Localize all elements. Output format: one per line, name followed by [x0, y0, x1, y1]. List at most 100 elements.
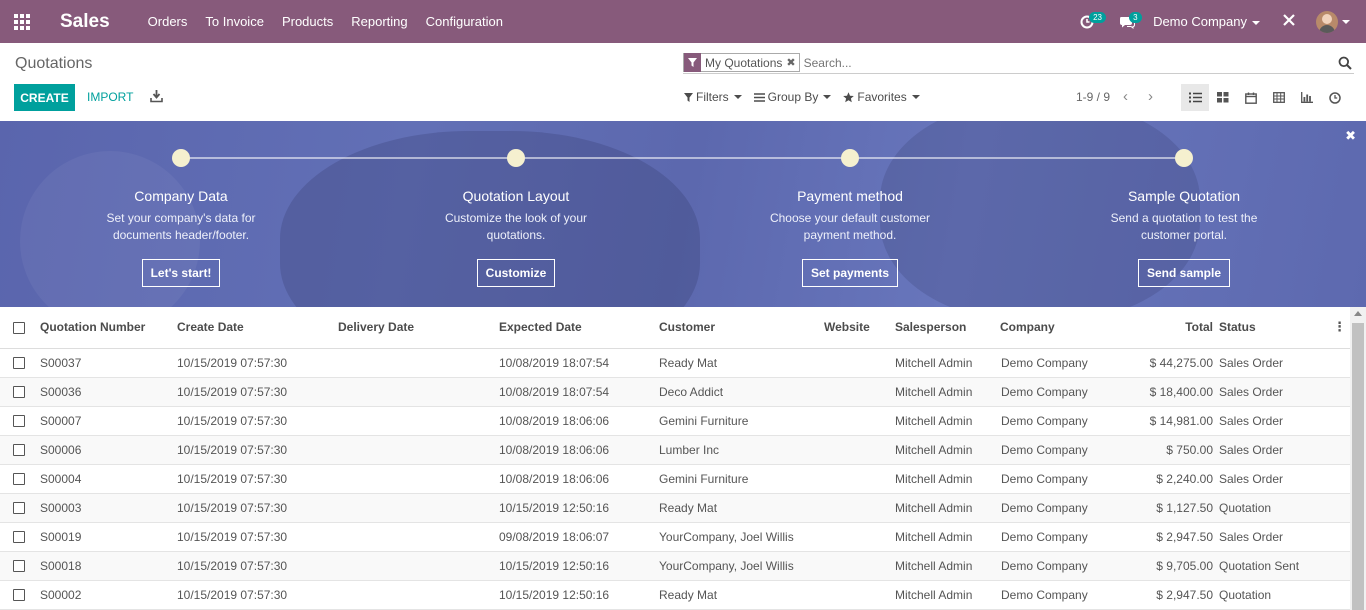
table-row[interactable]: S00006 10/15/2019 07:57:30 10/08/2019 18:0… [0, 435, 1350, 465]
close-icon[interactable]: ✖ [1345, 128, 1356, 144]
scrollbar[interactable] [1350, 307, 1366, 610]
cell-salesperson: Mitchell Admin [895, 435, 1000, 465]
table-row[interactable]: S00018 10/15/2019 07:57:30 10/15/2019 12:5… [0, 551, 1350, 581]
search-facet: My Quotations ✖ [683, 53, 800, 72]
search-icon[interactable] [1338, 56, 1352, 70]
column-header[interactable]: Website [824, 307, 895, 349]
column-header[interactable]: Customer [659, 307, 824, 349]
column-header[interactable]: Create Date [177, 307, 338, 349]
column-header[interactable]: Expected Date [499, 307, 659, 349]
facet-label: My Quotations [705, 55, 783, 70]
row-checkbox[interactable] [0, 464, 40, 494]
cell-total: $ 2,240.00 [1105, 464, 1219, 494]
select-all-checkbox[interactable] [0, 307, 40, 349]
cell-company: Demo Company [1000, 348, 1105, 378]
debug-tools-icon[interactable] [1274, 13, 1304, 31]
activity-menu[interactable]: 23 [1067, 0, 1107, 43]
cell-total: $ 2,947.50 [1105, 580, 1219, 610]
quotations-table: Quotation Number Create Date Delivery Da… [0, 307, 1350, 610]
menu-products[interactable]: Products [282, 14, 333, 29]
cell-create: 10/15/2019 07:57:30 [177, 493, 338, 523]
row-checkbox[interactable] [0, 377, 40, 407]
pivot-view-icon[interactable] [1265, 84, 1293, 111]
row-checkbox[interactable] [0, 493, 40, 523]
scroll-up-icon[interactable] [1354, 311, 1362, 316]
cell-expected: 10/15/2019 12:50:16 [499, 580, 659, 610]
column-header[interactable]: Status [1219, 307, 1329, 349]
messages-menu[interactable]: 3 [1107, 0, 1147, 43]
table-row[interactable]: S00037 10/15/2019 07:57:30 10/08/2019 18:0… [0, 348, 1350, 378]
menu-configuration[interactable]: Configuration [426, 14, 503, 29]
activity-view-icon[interactable] [1321, 84, 1349, 111]
optional-columns-icon[interactable]: ⋮ [1329, 307, 1350, 349]
cell-total: $ 44,275.00 [1105, 348, 1219, 378]
menu-reporting[interactable]: Reporting [351, 14, 407, 29]
row-checkbox[interactable] [0, 551, 40, 581]
user-avatar[interactable] [1316, 10, 1338, 33]
row-spacer [1329, 406, 1350, 436]
table-row[interactable]: S00002 10/15/2019 07:57:30 10/15/2019 12:5… [0, 580, 1350, 610]
column-header[interactable]: Company [1000, 307, 1105, 349]
cell-salesperson: Mitchell Admin [895, 580, 1000, 610]
groupby-dropdown[interactable]: Group By [753, 90, 832, 104]
list-view-icon[interactable] [1181, 84, 1209, 111]
facet-remove-icon[interactable]: ✖ [786, 56, 798, 69]
calendar-view-icon[interactable] [1237, 84, 1265, 111]
table-row[interactable]: S00019 10/15/2019 07:57:30 09/08/2019 18:0… [0, 522, 1350, 552]
search-input[interactable] [799, 52, 1338, 73]
import-button[interactable]: IMPORT [87, 90, 133, 104]
table-row[interactable]: S00003 10/15/2019 07:57:30 10/15/2019 12:5… [0, 493, 1350, 523]
menu-to-invoice[interactable]: To Invoice [205, 14, 264, 29]
menu-orders[interactable]: Orders [148, 14, 188, 29]
cell-number: S00003 [40, 493, 177, 523]
table-row[interactable]: S00004 10/15/2019 07:57:30 10/08/2019 18:0… [0, 464, 1350, 494]
set-payments-button[interactable]: Set payments [801, 259, 899, 287]
table-row[interactable]: S00007 10/15/2019 07:57:30 10/08/2019 18:0… [0, 406, 1350, 436]
cell-customer: Gemini Furniture [659, 464, 824, 494]
company-switcher[interactable]: Demo Company [1153, 14, 1260, 29]
download-icon[interactable] [150, 89, 163, 103]
cell-customer: Gemini Furniture [659, 406, 824, 436]
favorites-label: Favorites [857, 90, 907, 104]
messages-count-badge: 3 [1129, 12, 1142, 23]
cell-website [824, 464, 895, 494]
send-sample-button[interactable]: Send sample [1137, 259, 1231, 287]
graph-view-icon[interactable] [1293, 84, 1321, 111]
column-header[interactable]: Total [1105, 307, 1219, 349]
customize-button[interactable]: Customize [476, 259, 556, 287]
step-title: Sample Quotation [1127, 188, 1241, 204]
filters-dropdown[interactable]: Filters [684, 90, 742, 104]
cell-website [824, 377, 895, 407]
apps-grid-icon[interactable] [0, 0, 44, 43]
pager-next-icon[interactable]: › [1148, 88, 1153, 105]
favorites-dropdown[interactable]: Favorites [843, 90, 920, 104]
row-spacer [1329, 522, 1350, 552]
kanban-view-icon[interactable] [1209, 84, 1237, 111]
row-checkbox[interactable] [0, 435, 40, 465]
app-name: Sales [60, 10, 110, 32]
cell-salesperson: Mitchell Admin [895, 377, 1000, 407]
cell-website [824, 406, 895, 436]
column-header[interactable]: Salesperson [895, 307, 1000, 349]
row-checkbox[interactable] [0, 580, 40, 610]
cell-expected: 10/08/2019 18:06:06 [499, 464, 659, 494]
create-button[interactable]: CREATE [14, 84, 75, 111]
pager-value[interactable]: 1-9 / 9 [1076, 90, 1110, 104]
column-header[interactable]: Quotation Number [40, 307, 177, 349]
scrollbar-thumb[interactable] [1352, 323, 1364, 610]
cell-expected: 10/15/2019 12:50:16 [499, 493, 659, 523]
row-checkbox[interactable] [0, 406, 40, 436]
row-spacer [1329, 580, 1350, 610]
cell-number: S00019 [40, 522, 177, 552]
lets-start-button[interactable]: Let's start! [141, 259, 221, 287]
step-description: Choose your default customer payment met… [769, 211, 931, 242]
cell-delivery [338, 580, 499, 610]
table-row[interactable]: S00036 10/15/2019 07:57:30 10/08/2019 18:0… [0, 377, 1350, 407]
chevron-down-icon [823, 95, 832, 99]
column-header[interactable]: Delivery Date [338, 307, 499, 349]
row-checkbox[interactable] [0, 522, 40, 552]
pager-previous-icon[interactable]: ‹ [1123, 88, 1128, 105]
step-description: Send a quotation to test the customer po… [1110, 211, 1258, 242]
user-menu-chevron-icon[interactable] [1342, 19, 1350, 24]
row-checkbox[interactable] [0, 348, 40, 378]
